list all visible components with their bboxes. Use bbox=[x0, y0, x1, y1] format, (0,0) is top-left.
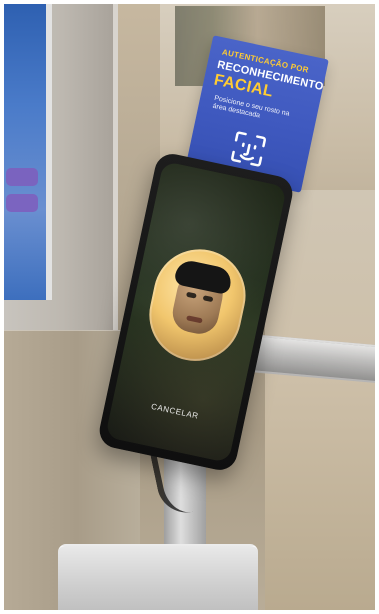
store-floor bbox=[265, 190, 379, 610]
self-checkout-kiosk bbox=[0, 0, 118, 345]
kiosk-screen-button bbox=[6, 194, 38, 212]
stand-base bbox=[58, 544, 258, 614]
kiosk-screen bbox=[0, 0, 52, 300]
photo-scene: AUTENTICAÇÃO POR RECONHECIMENTO FACIAL P… bbox=[0, 0, 379, 614]
kiosk-screen-button bbox=[6, 168, 38, 186]
phone-screen: CANCELAR bbox=[105, 160, 287, 464]
